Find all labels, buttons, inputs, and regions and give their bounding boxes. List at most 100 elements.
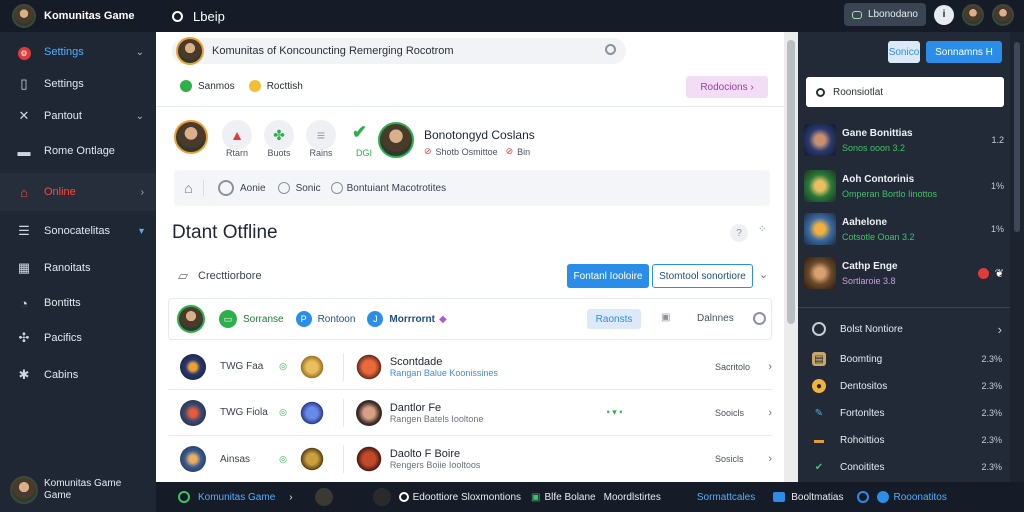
stat-value: 2.3% <box>981 408 1002 418</box>
leaf-icon[interactable]: ✤ <box>264 120 294 150</box>
check-label: DGI <box>355 148 372 158</box>
gear-icon: ⚙ <box>16 44 32 60</box>
stat-item[interactable]: ▬ Rohoittios 2.3% <box>812 430 1002 450</box>
game-icon <box>298 399 325 426</box>
filter-icon <box>218 180 234 196</box>
rodocions-badge[interactable]: Rodocions › <box>686 76 768 98</box>
stat-item[interactable]: ✎ Fortonltes 2.3% <box>812 403 1002 423</box>
game-stat: Sosicls <box>715 454 744 464</box>
friend-avatar[interactable] <box>962 3 984 26</box>
user-avatar[interactable] <box>992 3 1014 26</box>
player-avatar[interactable] <box>174 120 208 154</box>
filter-aonie[interactable]: Aonie <box>240 183 266 194</box>
right-scrollbar[interactable] <box>1010 32 1024 482</box>
game-thumb <box>804 257 836 289</box>
caret-down-icon[interactable]: ▾ <box>139 226 144 237</box>
tag-sanmos[interactable]: Sanmos <box>198 81 235 92</box>
bottom-item-r2[interactable]: Rooonatitos <box>893 492 946 503</box>
search-icon[interactable] <box>605 44 616 55</box>
stat-item[interactable]: ● Dentositos 2.3% <box>812 376 1002 396</box>
sidebar-item-sonocatelitas[interactable]: ☰ Sonocatelitas ▾ <box>0 213 156 249</box>
sidebar-item-cabins[interactable]: ✱ Cabins <box>0 357 156 393</box>
chevron-down-icon[interactable]: ⌄ <box>136 47 144 58</box>
chevron-right-icon[interactable]: › <box>768 407 772 419</box>
fire-icon[interactable]: ▲ <box>222 120 252 150</box>
top-search[interactable]: Lbeip <box>172 9 225 24</box>
chevron-right-icon[interactable]: › <box>998 322 1002 337</box>
bar-icon[interactable]: ≡ <box>306 120 336 150</box>
tag-rocttish[interactable]: Rocttish <box>267 81 303 92</box>
chip-rontoon[interactable]: Rontoon <box>318 314 356 325</box>
sub-label: Crecttiorbore <box>198 270 262 282</box>
chevron-down-icon[interactable]: ⌄ <box>136 111 144 122</box>
community-search[interactable]: Komunitas of Koncouncting Remerging Roco… <box>172 37 626 65</box>
game-tag: Ainsas <box>220 453 251 465</box>
bottom-community[interactable]: Komunitas Game <box>198 492 275 503</box>
sidebar-user-sub: Game <box>44 490 72 501</box>
sidebar-item-bontitts[interactable]: ◔ Bontitts <box>0 285 156 321</box>
stat-item[interactable]: ✔ Conoitites 2.3% <box>812 457 1002 477</box>
brand[interactable]: Komunitas Game <box>0 4 156 28</box>
community-search-text: Komunitas of Koncouncting Remerging Roco… <box>212 45 454 57</box>
table-row[interactable]: Ainsas ◎ Daolto F Boire Rengers Boiie Io… <box>168 436 772 482</box>
sidebar-item-settings[interactable]: ⚙ Settings ⌄ <box>0 34 156 70</box>
controller-icon[interactable]: ❦ <box>995 267 1004 280</box>
list-item[interactable]: Aoh Contorinis Omperan Bortlo Iinottos 1% <box>804 166 1004 206</box>
main-scrollbar[interactable] <box>784 32 798 482</box>
sidebar-item-pacifics[interactable]: ✣ Pacifics <box>0 320 156 356</box>
stat-item[interactable]: ▤ Boomting 2.3% <box>812 349 1002 369</box>
info-icon[interactable]: i <box>934 4 954 25</box>
chip-sorranse[interactable]: Sorranse <box>243 314 284 325</box>
list-item[interactable]: Cathp Enge Sortlaroie 3.8 ❦ <box>804 253 1004 293</box>
friend-search[interactable]: Roonsiotlat <box>806 77 1004 107</box>
filter-bontuiant[interactable]: Bontuiant Macotrotites <box>347 183 447 194</box>
tab-sonnamns[interactable]: Sonnamns H <box>926 41 1002 63</box>
sidebar-user[interactable]: Komunitas Game Game <box>10 476 121 504</box>
stat-label: Dentositos <box>840 380 888 392</box>
sidebar-item-ranoitats[interactable]: ▦ Ranoitats <box>0 250 156 286</box>
refresh-icon[interactable] <box>753 312 766 325</box>
bottom-item-blue[interactable]: Sormattcales <box>697 492 755 503</box>
avatar[interactable] <box>177 305 205 333</box>
expand-icon[interactable]: ⁘ <box>758 224 766 235</box>
scroll-thumb[interactable] <box>1014 42 1020 232</box>
game-icon <box>298 353 325 380</box>
sidebar-item-pantout[interactable]: ✕ Pantout ⌄ <box>0 98 156 134</box>
bottom-item-3[interactable]: Moordlstirtes <box>604 492 661 503</box>
bottom-item-1[interactable]: Edoottiore Sloxmontions <box>413 492 521 503</box>
bottom-item-r1[interactable]: Booltmatias <box>791 492 843 503</box>
friend-avatar[interactable] <box>378 122 414 158</box>
bottom-item-2[interactable]: Blfe Bolane <box>544 492 595 503</box>
section-header[interactable]: Bolst Nontiore › <box>812 319 1002 339</box>
tab-sonico[interactable]: Sonico <box>888 41 920 63</box>
table-row[interactable]: TWG Faa ◎ Scontdade Rangan Balue Kooniss… <box>168 344 772 390</box>
list-item[interactable]: Aahelone Cotsotle Ooan 3.2 1% <box>804 209 1004 249</box>
puzzle-icon: ✣ <box>18 330 30 345</box>
primary-button[interactable]: Fontanl Iooloire <box>567 264 649 288</box>
sidebar-item-online[interactable]: ⌂ Online › <box>0 173 156 211</box>
chevron-down-icon[interactable]: ⌄ <box>759 268 768 281</box>
top-action-button[interactable]: Lbonodano <box>843 3 926 26</box>
chip-morrrornt[interactable]: Morrrornt <box>389 314 435 325</box>
raonsts-pill[interactable]: Raonsts <box>587 309 641 329</box>
help-icon[interactable]: ? <box>730 224 748 242</box>
chevron-right-icon[interactable]: › <box>289 492 292 503</box>
game-thumb <box>804 124 836 156</box>
filter-sonic[interactable]: Sonic <box>296 183 321 194</box>
sidebar-item-settings-2[interactable]: ▯ Settings <box>0 66 156 102</box>
chevron-right-icon[interactable]: › <box>141 187 144 198</box>
main-content: Komunitas of Koncouncting Remerging Roco… <box>156 32 784 482</box>
chevron-right-icon[interactable]: › <box>768 361 772 373</box>
list-item[interactable]: Gane Bonittias Sonos ooon 3.2 1.2 <box>804 120 1004 160</box>
secondary-button[interactable]: Stomtool sonortiore <box>652 264 753 288</box>
tag-dot: ◎ <box>279 361 287 371</box>
bottom-thumb <box>372 488 391 506</box>
sidebar-item-rome-ontlage[interactable]: ▬ Rome Ontlage <box>0 133 156 169</box>
friend-name[interactable]: Bonotongyd Coslans <box>424 128 535 142</box>
sanmos-icon <box>180 80 192 92</box>
community-avatar <box>176 37 204 65</box>
home-filter-icon[interactable]: ⌂ <box>174 180 204 196</box>
table-row[interactable]: TWG Fiola ◎ Dantlor Fe Rangen Batels Ioo… <box>168 390 772 436</box>
chevron-right-icon[interactable]: › <box>768 453 772 465</box>
scroll-thumb[interactable] <box>787 40 795 324</box>
